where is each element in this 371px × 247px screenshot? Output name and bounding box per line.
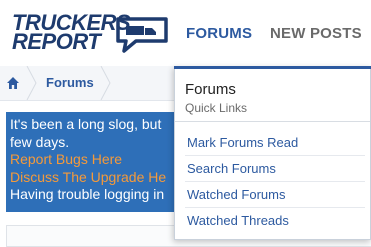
dropdown-subtitle: Quick Links [185,101,248,115]
nav-new-posts[interactable]: NEW POSTS [270,0,362,66]
menu-item-label[interactable]: Search Forums [187,161,276,176]
divider [175,121,370,122]
menu-item-mark-forums-read[interactable]: Mark Forums Read [175,129,370,155]
dropdown-title: Forums [185,81,236,98]
home-icon[interactable] [6,76,20,90]
site-header: TRUCKERS REPORT FORUMS NEW POSTS [0,0,371,66]
logo-text: TRUCKERS REPORT [12,12,131,53]
site-logo[interactable]: TRUCKERS REPORT [12,12,172,53]
menu-item-search-forums[interactable]: Search Forums [175,155,370,181]
truck-logo-icon [116,17,168,53]
menu-item-watched-forums[interactable]: Watched Forums [175,181,370,207]
menu-item-label[interactable]: Watched Forums [187,187,286,202]
nav-forums-link[interactable]: FORUMS [186,25,252,42]
nav-forums[interactable]: FORUMS [186,0,252,66]
menu-item-watched-threads[interactable]: Watched Threads [175,207,370,233]
nav-new-posts-link[interactable]: NEW POSTS [270,25,362,42]
menu-item-label[interactable]: Watched Threads [187,213,289,228]
breadcrumb-separator [26,66,37,100]
menu-item-label[interactable]: Mark Forums Read [187,135,298,150]
breadcrumb-separator [100,66,111,100]
breadcrumb-forums[interactable]: Forums [46,75,94,90]
forums-dropdown-menu: Forums Quick Links Mark Forums Read Sear… [174,66,371,240]
